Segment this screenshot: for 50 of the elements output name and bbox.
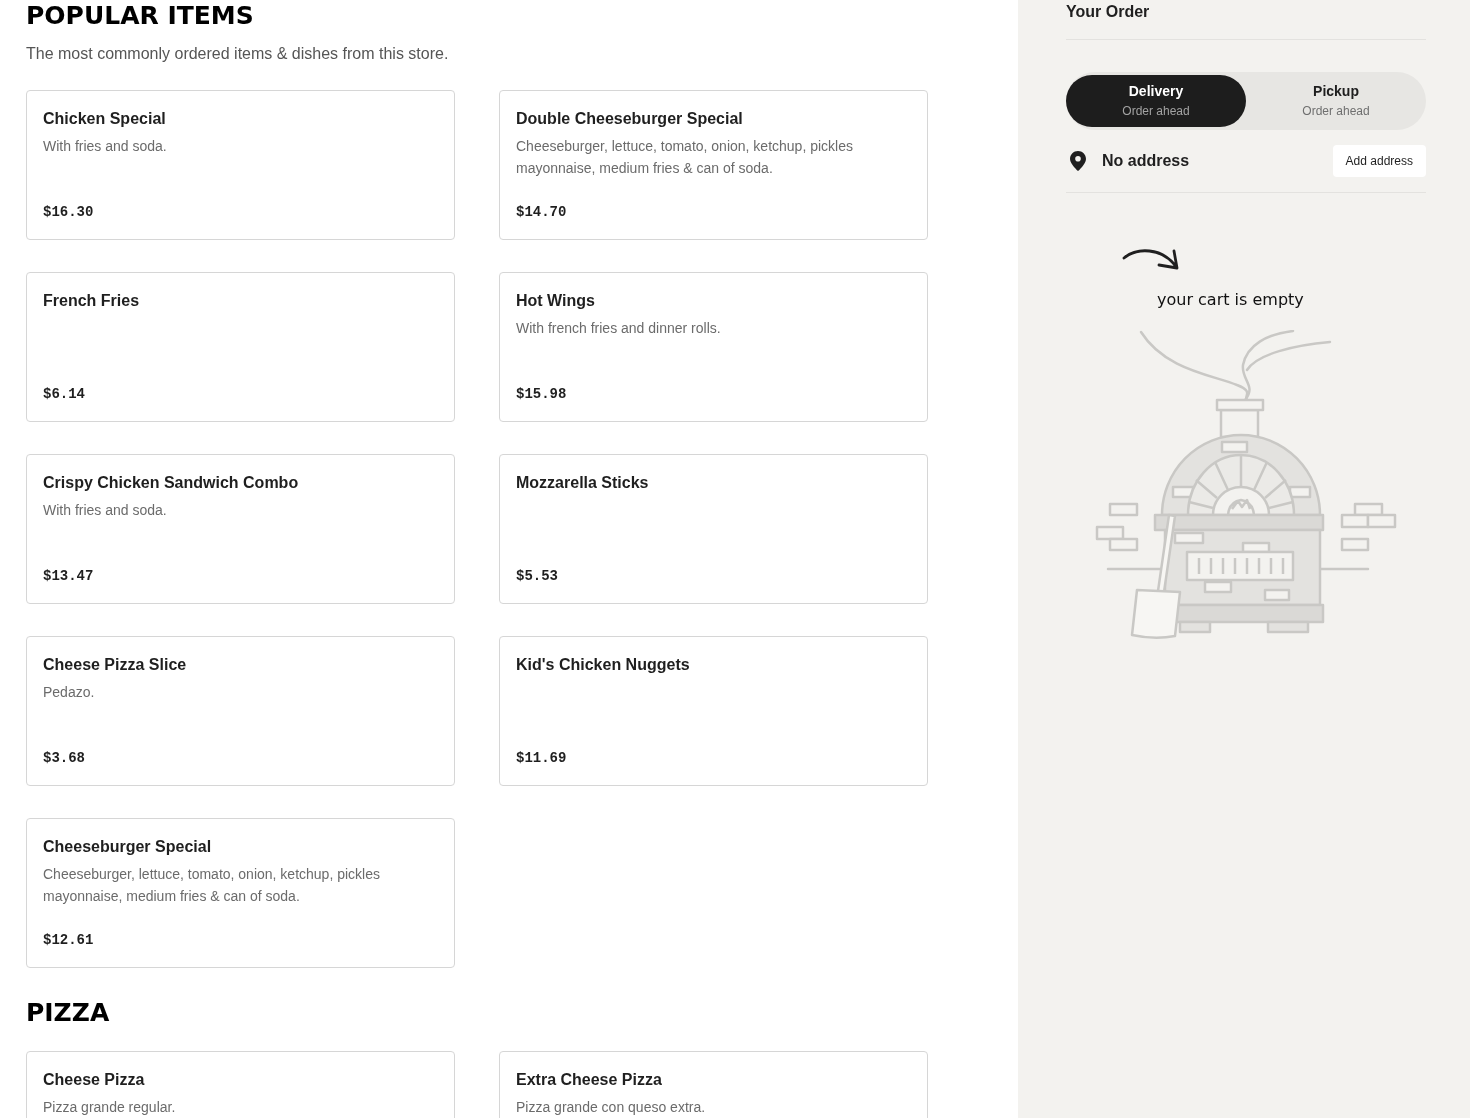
item-description: With fries and soda. (43, 501, 167, 520)
item-description: Pizza grande regular. (43, 1098, 176, 1117)
item-description: With french fries and dinner rolls. (516, 319, 721, 338)
empty-cart-message: your cart is empty (1157, 289, 1304, 311)
item-description: Cheeseburger, lettuce, tomato, onion, ketchup, pickles mayonnaise, medium fries & can of soda. (43, 865, 381, 906)
item-price: $5.53 (516, 567, 558, 586)
item-name: Cheese Pizza Slice (43, 655, 187, 675)
item-name: Crispy Chicken Sandwich Combo (43, 473, 299, 493)
item-name: Mozzarella Sticks (516, 473, 649, 493)
menu-item-card[interactable]: Cheeseburger Special Cheeseburger, lettuce, tomato, onion, ketchup, pickles mayonnaise, medium fries & can of soda. $12.61 (26, 818, 455, 968)
menu-item-card[interactable]: Mozzarella Sticks $5.53 (499, 454, 928, 604)
section-heading: PIZZA (26, 997, 110, 1029)
item-name: Kid's Chicken Nuggets (516, 655, 690, 675)
order-mode-tab[interactable]: Pickup Order ahead (1246, 75, 1426, 127)
item-name: Hot Wings (516, 291, 595, 311)
order-mode-tab[interactable]: Delivery Order ahead (1066, 75, 1246, 127)
item-price: $16.30 (43, 203, 94, 222)
item-name: Chicken Special (43, 109, 166, 129)
menu-item-card[interactable]: Double Cheeseburger Special Cheeseburger, lettuce, tomato, onion, ketchup, pickles mayonnaise, medium fries & can of soda. $14.70 (499, 90, 928, 240)
location-pin-icon (1070, 151, 1086, 171)
item-description: With fries and soda. (43, 137, 167, 156)
menu-item-card[interactable]: Cheese Pizza Slice Pedazo. $3.68 (26, 636, 455, 786)
item-price: $13.47 (43, 567, 94, 586)
section-heading: POPULAR ITEMS (26, 0, 254, 32)
address-text: No address (1102, 151, 1190, 171)
menu-item-card[interactable]: Kid's Chicken Nuggets $11.69 (499, 636, 928, 786)
item-price: $11.69 (516, 749, 567, 768)
panel-title: Your Order (1066, 2, 1150, 22)
item-price: $12.61 (43, 931, 94, 950)
add-address-button[interactable]: Add address (1332, 145, 1426, 177)
menu-item-card[interactable]: Hot Wings With french fries and dinner rolls. $15.98 (499, 272, 928, 422)
menu-item-card[interactable]: Crispy Chicken Sandwich Combo With fries and soda. $13.47 (26, 454, 455, 604)
section-subtitle: The most commonly ordered items & dishes from this store. (26, 44, 449, 64)
item-price: $6.14 (43, 385, 85, 404)
item-description: Pedazo. (43, 683, 95, 702)
menu-item-card[interactable]: Extra Cheese Pizza Pizza grande con queso extra. (499, 1051, 928, 1118)
item-price: $3.68 (43, 749, 85, 768)
item-name: Cheese Pizza (43, 1070, 145, 1090)
item-price: $14.70 (516, 203, 567, 222)
item-price: $15.98 (516, 385, 567, 404)
item-name: French Fries (43, 291, 140, 311)
item-name: Double Cheeseburger Special (516, 109, 743, 129)
item-description: Pizza grande con queso extra. (516, 1098, 706, 1117)
item-name: Cheeseburger Special (43, 837, 212, 857)
menu-item-card[interactable]: Chicken Special With fries and soda. $16.30 (26, 90, 455, 240)
curved-arrow-icon (1122, 246, 1180, 271)
item-name: Extra Cheese Pizza (516, 1070, 662, 1090)
item-description: Cheeseburger, lettuce, tomato, onion, ketchup, pickles mayonnaise, medium fries & can of soda. (516, 137, 854, 178)
menu-item-card[interactable]: Cheese Pizza Pizza grande regular. (26, 1051, 455, 1118)
menu-item-card[interactable]: French Fries $6.14 (26, 272, 455, 422)
